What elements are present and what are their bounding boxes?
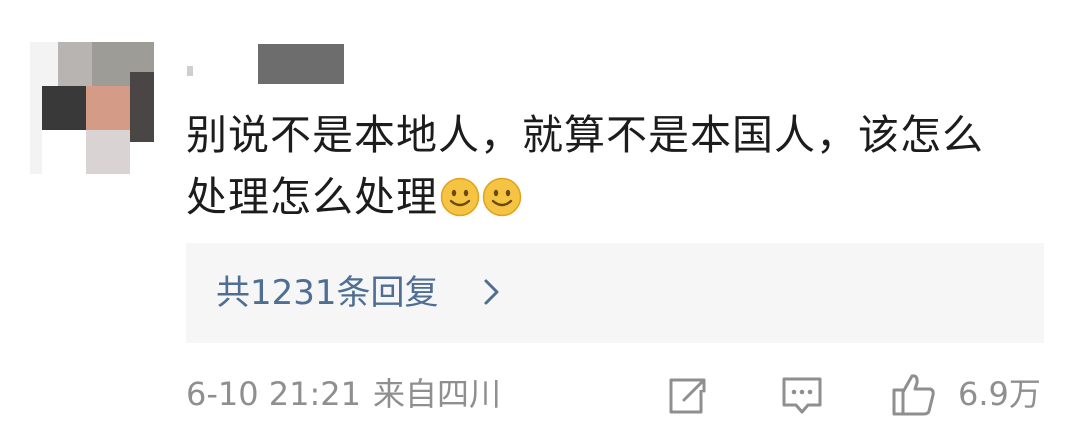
- username-fragment: [187, 66, 193, 76]
- comment-icon[interactable]: [780, 375, 824, 417]
- comment-meta: 6-10 21:21 来自四川: [186, 374, 501, 414]
- avatar-pixel: [86, 130, 130, 174]
- avatar-pixel: [130, 72, 154, 142]
- comment-line: 别说不是本地人，就算不是本国人，该怎么: [186, 111, 984, 159]
- smile-emoji-icon: [440, 177, 480, 217]
- replies-panel[interactable]: 共1231条回复: [186, 243, 1044, 343]
- location-source: 来自四川: [373, 375, 502, 413]
- avatar-pixel: [42, 86, 86, 130]
- comment-line-2: 处理怎么处理: [186, 166, 1056, 228]
- avatar-pixel: [42, 130, 86, 174]
- like-count: 6.9万: [958, 375, 1041, 413]
- share-edit-icon[interactable]: [666, 376, 708, 416]
- thumbs-up-icon[interactable]: [890, 370, 938, 418]
- comment-line-text: 处理怎么处理: [186, 173, 438, 221]
- smile-emoji-icon: [482, 177, 522, 217]
- avatar-pixel: [86, 86, 130, 130]
- comment-text: 别说不是本地人，就算不是本国人，该怎么 处理怎么处理: [186, 104, 1056, 228]
- timestamp: 6-10 21:21: [186, 375, 362, 413]
- chevron-right-icon: [484, 279, 499, 305]
- avatar[interactable]: [30, 42, 154, 174]
- username-redacted[interactable]: [258, 44, 344, 84]
- view-replies-link[interactable]: 共1231条回复: [216, 271, 439, 315]
